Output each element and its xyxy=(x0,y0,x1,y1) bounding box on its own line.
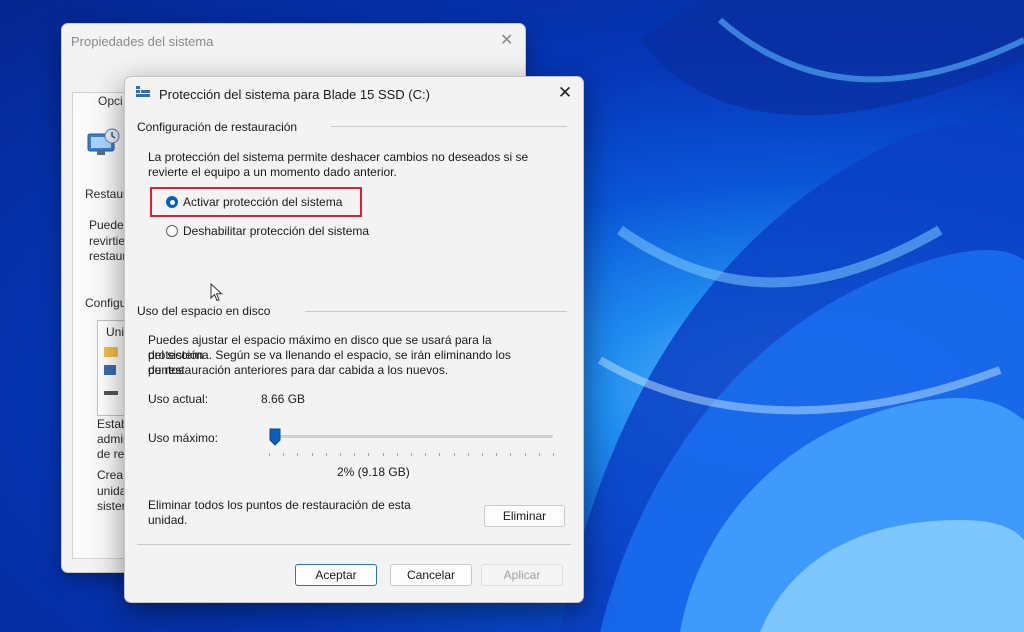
back-text-de-re: de re xyxy=(97,447,125,461)
slider-tick xyxy=(468,453,469,456)
slider-tick xyxy=(539,453,540,456)
max-usage-readout: 2% (9.18 GB) xyxy=(337,465,410,479)
slider-tick xyxy=(496,453,497,456)
system-properties-close-icon[interactable]: ✕ xyxy=(500,30,513,50)
slider-tick xyxy=(368,453,369,456)
current-usage-label: Uso actual: xyxy=(148,392,209,406)
slider-tick xyxy=(297,453,298,456)
radio-enable-label: Activar protección del sistema xyxy=(183,195,343,209)
back-text-revirtie: revirtie xyxy=(89,234,126,248)
drive-list-header: Uni xyxy=(106,325,125,339)
current-usage-value: 8.66 GB xyxy=(261,392,306,406)
radio-disable-protection[interactable]: Deshabilitar protección del sistema xyxy=(166,224,369,238)
back-text-unida: unida xyxy=(97,484,127,498)
cancel-button[interactable]: Cancelar xyxy=(390,564,472,586)
disk-description-line3: de restauración anteriores para dar cabi… xyxy=(148,363,449,377)
radio-disable-indicator[interactable] xyxy=(166,225,178,237)
disk-icon xyxy=(104,391,118,395)
max-usage-slider-track[interactable] xyxy=(269,435,553,438)
restore-description-line2: revierte el equipo a un momento dado ant… xyxy=(148,165,397,179)
delete-button[interactable]: Eliminar xyxy=(484,505,565,527)
max-usage-slider-ticks xyxy=(269,453,554,457)
disk-usage-divider xyxy=(305,311,567,312)
drive-icon xyxy=(104,365,116,375)
radio-enable-protection[interactable]: Activar protección del sistema xyxy=(166,195,342,209)
system-properties-title: Propiedades del sistema xyxy=(71,34,214,49)
slider-tick xyxy=(326,453,327,456)
slider-tick xyxy=(510,453,511,456)
slider-tick xyxy=(397,453,398,456)
slider-tick xyxy=(312,453,313,456)
radio-disable-label: Deshabilitar protección del sistema xyxy=(183,224,370,238)
slider-tick xyxy=(553,453,554,456)
slider-tick xyxy=(269,453,270,456)
restore-description-line1: La protección del sistema permite deshac… xyxy=(148,150,529,164)
back-text-puede: Puede xyxy=(89,218,124,232)
slider-tick xyxy=(411,453,412,456)
max-usage-label: Uso máximo: xyxy=(148,431,219,445)
restore-settings-divider xyxy=(331,126,567,127)
dialog-close-icon[interactable]: ✕ xyxy=(555,83,575,103)
slider-tick xyxy=(482,453,483,456)
slider-tick xyxy=(383,453,384,456)
slider-tick xyxy=(439,453,440,456)
computer-shield-icon xyxy=(87,128,120,155)
dialog-title: Protección del sistema para Blade 15 SSD… xyxy=(159,87,430,102)
max-usage-slider-thumb[interactable] xyxy=(269,428,281,446)
back-text-crea: Crea xyxy=(97,468,124,482)
mouse-pointer-icon xyxy=(210,283,223,302)
footer-divider xyxy=(137,544,571,545)
radio-enable-indicator[interactable] xyxy=(166,196,178,208)
folder-icon xyxy=(104,347,118,357)
apply-button[interactable]: Aplicar xyxy=(481,564,563,586)
ok-button[interactable]: Aceptar xyxy=(295,564,377,586)
slider-tick xyxy=(283,453,284,456)
slider-tick xyxy=(425,453,426,456)
back-text-restaur: restaur xyxy=(89,249,127,263)
slider-tick xyxy=(340,453,341,456)
slider-tick xyxy=(525,453,526,456)
tab-opciones-label: Opci xyxy=(98,94,123,108)
system-protection-dialog: Protección del sistema para Blade 15 SSD… xyxy=(124,76,584,603)
disk-usage-title: Uso del espacio en disco xyxy=(137,304,271,318)
restore-settings-title: Configuración de restauración xyxy=(137,120,298,134)
back-text-configu: Configu xyxy=(85,296,127,310)
slider-tick xyxy=(354,453,355,456)
slider-tick xyxy=(454,453,455,456)
system-protection-icon xyxy=(136,86,150,97)
